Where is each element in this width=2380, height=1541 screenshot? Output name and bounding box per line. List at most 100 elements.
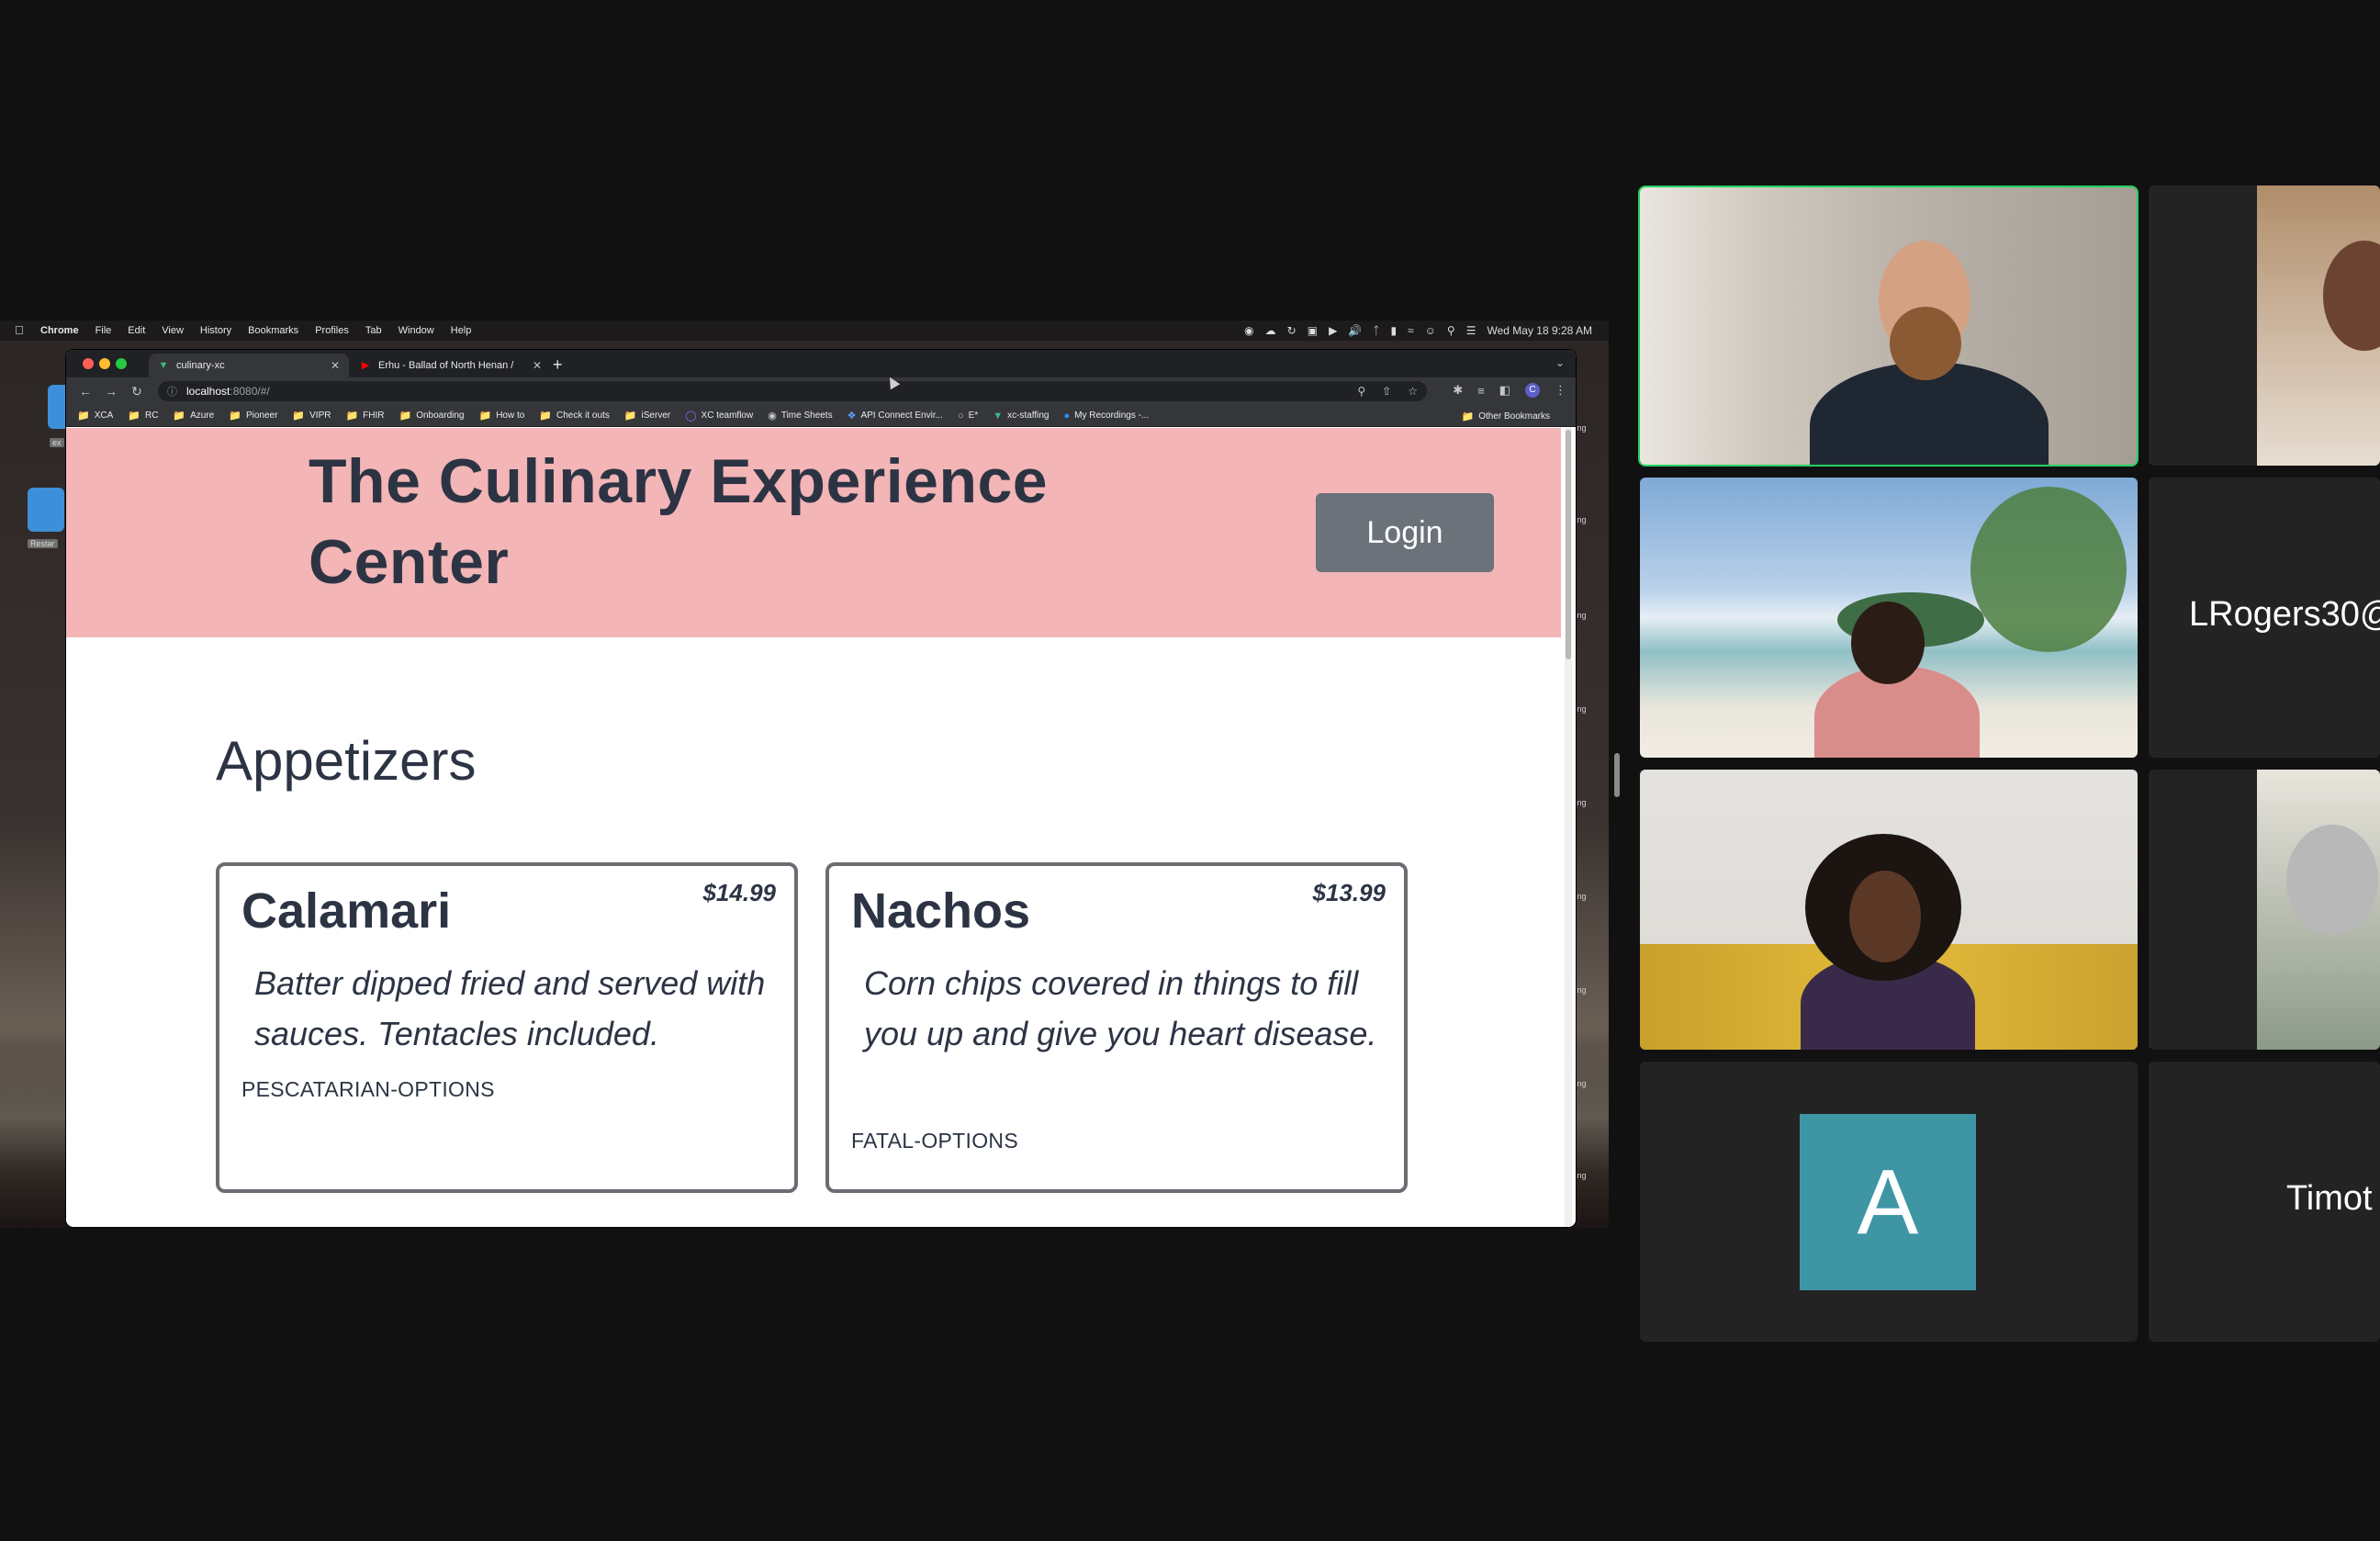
- bookmark-label: Pioneer: [245, 411, 278, 421]
- participant-name: Timot: [2286, 1179, 2373, 1218]
- participant-name-tile[interactable]: Timot: [2149, 1062, 2380, 1342]
- play-icon[interactable]: ▶: [1329, 324, 1337, 337]
- wifi-icon[interactable]: ≈: [1408, 324, 1414, 337]
- menubar-app-name[interactable]: Chrome: [40, 325, 79, 336]
- menubar-profiles[interactable]: Profiles: [315, 325, 349, 336]
- participant-figure: [2286, 825, 2378, 935]
- bookmark-vipr[interactable]: 📁 VIPR: [292, 410, 331, 422]
- close-tab-icon[interactable]: ✕: [331, 359, 340, 372]
- tab-title: culinary-xc: [176, 360, 225, 371]
- bookmark-e-star[interactable]: ○ E*: [958, 411, 978, 422]
- control-center-icon[interactable]: ☰: [1466, 324, 1476, 337]
- bookmark-label: API Connect Envir...: [860, 411, 943, 421]
- participant-video-tile[interactable]: [1638, 186, 2139, 467]
- desktop-file-label: .png: [1570, 798, 1587, 807]
- bookmark-api-connect[interactable]: ❖ API Connect Envir...: [848, 410, 943, 422]
- vue-logo-icon: ▼: [158, 360, 169, 371]
- participant-avatar-tile[interactable]: A: [1640, 1062, 2138, 1342]
- menu-item-card-nachos[interactable]: Nachos $13.99 Corn chips covered in thin…: [825, 862, 1408, 1193]
- gallery-splitter-handle[interactable]: [1614, 753, 1620, 797]
- address-bar[interactable]: ⓘ localhost :8080/#/ ⚲ ⇧ ☆: [158, 381, 1427, 401]
- tab-search-chevron-icon[interactable]: ⌄: [1555, 356, 1565, 369]
- participant-video-tile[interactable]: [2149, 186, 2380, 466]
- bookmark-rc[interactable]: 📁 RC: [128, 410, 158, 422]
- menubar-bookmarks[interactable]: Bookmarks: [248, 325, 298, 336]
- menubar-edit[interactable]: Edit: [128, 325, 145, 336]
- bookmark-xc-teamflow[interactable]: ◯ XC teamflow: [685, 410, 753, 422]
- site-info-icon[interactable]: ⓘ: [167, 384, 177, 399]
- zoom-window-icon[interactable]: [116, 358, 127, 369]
- new-tab-icon[interactable]: +: [553, 355, 563, 375]
- bookmark-how-to[interactable]: 📁 How to: [478, 410, 524, 422]
- close-window-icon[interactable]: [83, 358, 94, 369]
- desktop-folder-icon[interactable]: [28, 488, 64, 532]
- bookmark-my-recordings[interactable]: ● My Recordings -...: [1063, 411, 1149, 422]
- bookmark-xca[interactable]: 📁 XCA: [77, 410, 113, 422]
- volume-icon[interactable]: 🔊: [1348, 324, 1362, 337]
- bookmark-label: RC: [144, 411, 159, 421]
- bookmark-star-icon[interactable]: ☆: [1408, 385, 1418, 398]
- bookmark-fhir[interactable]: 📁 FHIR: [345, 410, 384, 422]
- profile-avatar[interactable]: C: [1525, 383, 1540, 398]
- page-scrollbar-thumb[interactable]: [1566, 430, 1571, 659]
- menu-item-card-calamari[interactable]: Calamari $14.99 Batter dipped fried and …: [216, 862, 798, 1193]
- cloud-icon[interactable]: ☁: [1265, 324, 1276, 337]
- zoom-icon[interactable]: ⚲: [1357, 385, 1365, 398]
- menubar-file[interactable]: File: [95, 325, 112, 336]
- menubar-view[interactable]: View: [162, 325, 184, 336]
- url-path: :8080/#/: [230, 385, 270, 398]
- participant-figure: [1970, 487, 2127, 652]
- login-button[interactable]: Login: [1316, 493, 1494, 572]
- bookmark-other[interactable]: 📁 Other Bookmarks: [1461, 411, 1550, 422]
- desktop-file-label: .png: [1570, 611, 1587, 620]
- desktop-file-label: .png: [1570, 892, 1587, 901]
- site-header: The Culinary Experience Center Login: [66, 428, 1561, 637]
- menubar-history[interactable]: History: [200, 325, 231, 336]
- battery-icon[interactable]: ▮: [1390, 324, 1397, 337]
- side-panel-icon[interactable]: ◧: [1499, 383, 1510, 398]
- close-tab-icon[interactable]: ✕: [533, 359, 542, 372]
- participant-name-tile[interactable]: LRogers30@: [2149, 478, 2380, 758]
- menubar-tab[interactable]: Tab: [365, 325, 382, 336]
- participant-figure: [1851, 602, 1925, 684]
- folder-icon: 📁: [1461, 411, 1475, 422]
- shield-icon[interactable]: ◉: [1244, 324, 1253, 337]
- reading-list-icon[interactable]: ≡: [1477, 384, 1485, 398]
- tab-erhu-ballad[interactable]: ▶ Erhu - Ballad of North Henan / ✕: [351, 354, 551, 377]
- bookmark-time-sheets[interactable]: ◉ Time Sheets: [768, 410, 832, 422]
- folder-icon: 📁: [478, 411, 492, 422]
- menubar-window[interactable]: Window: [399, 325, 434, 336]
- participant-figure: [1890, 307, 1961, 380]
- display-icon[interactable]: ▣: [1308, 324, 1318, 337]
- youtube-icon: ▶: [361, 360, 370, 371]
- menubar-help[interactable]: Help: [451, 325, 472, 336]
- browser-window: ▼ culinary-xc ✕ ▶ Erhu - Ballad of North…: [66, 350, 1576, 1227]
- participant-video-tile[interactable]: [1640, 770, 2138, 1050]
- item-price: $14.99: [702, 879, 776, 906]
- back-arrow-icon[interactable]: ←: [77, 383, 94, 399]
- share-icon[interactable]: ⇧: [1382, 385, 1391, 398]
- desktop-file-label: .png: [1570, 704, 1587, 714]
- user-icon[interactable]: ☺: [1425, 324, 1436, 337]
- extensions-puzzle-icon[interactable]: ✱: [1453, 383, 1463, 398]
- teamflow-icon: ◯: [685, 411, 697, 422]
- reload-icon[interactable]: ↻: [129, 383, 145, 399]
- participant-video-tile[interactable]: [2149, 770, 2380, 1050]
- bookmark-azure[interactable]: 📁 Azure: [173, 410, 214, 422]
- apple-icon[interactable]: : [15, 324, 28, 337]
- minimize-window-icon[interactable]: [99, 358, 110, 369]
- participant-video-tile[interactable]: [1640, 478, 2138, 758]
- bookmark-check-it-outs[interactable]: 📁 Check it outs: [539, 410, 610, 422]
- forward-arrow-icon[interactable]: →: [103, 383, 119, 399]
- bookmark-iserver[interactable]: 📁 iServer: [624, 410, 670, 422]
- menubar-clock[interactable]: Wed May 18 9:28 AM: [1487, 324, 1592, 337]
- bluetooth-icon[interactable]: ᛏ: [1373, 324, 1379, 337]
- bookmark-xc-staffing[interactable]: ▼ xc-staffing: [993, 411, 1049, 422]
- tab-culinary-xc[interactable]: ▼ culinary-xc ✕: [149, 354, 349, 377]
- more-menu-icon[interactable]: ⋮: [1555, 383, 1566, 398]
- item-price: $13.99: [1312, 879, 1386, 906]
- spotlight-search-icon[interactable]: ⚲: [1447, 324, 1455, 337]
- sync-icon[interactable]: ↻: [1287, 324, 1297, 337]
- bookmark-onboarding[interactable]: 📁 Onboarding: [399, 410, 465, 422]
- bookmark-pioneer[interactable]: 📁 Pioneer: [229, 410, 277, 422]
